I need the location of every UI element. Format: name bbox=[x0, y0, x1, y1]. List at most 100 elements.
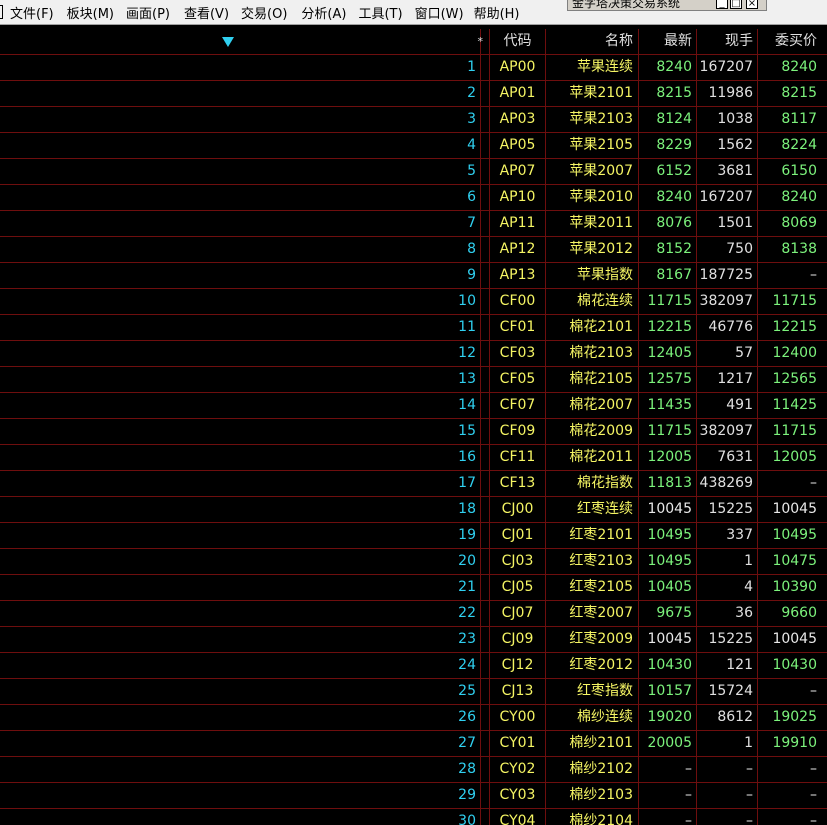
app-icon[interactable] bbox=[0, 5, 3, 19]
row-name: 棉花2011 bbox=[546, 445, 639, 470]
table-row[interactable]: 20 CJ03 红枣2103 10495 1 10475 bbox=[0, 549, 827, 575]
row-name: 红枣连续 bbox=[546, 497, 639, 522]
table-row[interactable]: 6 AP10 苹果2010 8240 167207 8240 bbox=[0, 185, 827, 211]
row-volume: 8612 bbox=[697, 705, 758, 730]
table-row[interactable]: 1 AP00 苹果连续 8240 167207 8240 bbox=[0, 55, 827, 81]
row-code: AP03 bbox=[490, 107, 546, 132]
menu-items: 文件(F) 板块(M) 画面(P) 查看(V) 交易(O) 分析(A) 工具(T… bbox=[10, 0, 519, 24]
row-index: 9 bbox=[0, 263, 481, 288]
sort-down-triangle-icon[interactable] bbox=[222, 37, 234, 47]
table-row[interactable]: 23 CJ09 红枣2009 10045 15225 10045 bbox=[0, 627, 827, 653]
minimize-icon[interactable]: _ bbox=[716, 0, 728, 9]
row-gap bbox=[481, 393, 490, 418]
table-row[interactable]: 22 CJ07 红枣2007 9675 36 9660 bbox=[0, 601, 827, 627]
row-bid-price: 11715 bbox=[772, 293, 817, 309]
row-name: 棉花2009 bbox=[546, 419, 639, 444]
row-code: CY02 bbox=[490, 757, 546, 782]
table-row[interactable]: 4 AP05 苹果2105 8229 1562 8224 bbox=[0, 133, 827, 159]
menu-trade[interactable]: 交易(O) bbox=[241, 3, 287, 22]
table-row[interactable]: 25 CJ13 红枣指数 10157 15724 – bbox=[0, 679, 827, 705]
menu-view[interactable]: 查看(V) bbox=[184, 3, 229, 22]
row-index: 12 bbox=[0, 341, 481, 366]
menu-file[interactable]: 文件(F) bbox=[10, 3, 54, 22]
row-volume: 382097 bbox=[697, 289, 758, 314]
table-row[interactable]: 26 CY00 棉纱连续 19020 8612 19025 bbox=[0, 705, 827, 731]
table-row[interactable]: 28 CY02 棉纱2102– – – bbox=[0, 757, 827, 783]
menu-help[interactable]: 帮助(H) bbox=[474, 3, 520, 22]
table-row[interactable]: 8 AP12 苹果2012 8152 750 8138 bbox=[0, 237, 827, 263]
menu-screen[interactable]: 画面(P) bbox=[126, 3, 170, 22]
table-row[interactable]: 29 CY03 棉纱2103– – – bbox=[0, 783, 827, 809]
row-last-price: – bbox=[639, 757, 697, 782]
header-last[interactable]: 最新 bbox=[639, 29, 697, 54]
row-code: CF00 bbox=[490, 289, 546, 314]
row-gap bbox=[481, 523, 490, 548]
table-row[interactable]: 10 CF00 棉花连续 11715 382097 11715 bbox=[0, 289, 827, 315]
close-icon[interactable]: × bbox=[746, 0, 758, 9]
row-volume: 57 bbox=[697, 341, 758, 366]
row-gap bbox=[481, 211, 490, 236]
row-name: 棉纱2102 bbox=[546, 757, 639, 782]
row-code: AP12 bbox=[490, 237, 546, 262]
table-row[interactable]: 27 CY01 棉纱2101 20005 1 19910 bbox=[0, 731, 827, 757]
table-row[interactable]: 18 CJ00 红枣连续 10045 15225 10045 bbox=[0, 497, 827, 523]
menu-analysis[interactable]: 分析(A) bbox=[301, 3, 346, 22]
row-volume: 121 bbox=[697, 653, 758, 678]
row-index: 15 bbox=[0, 419, 481, 444]
maximize-icon[interactable]: □ bbox=[730, 0, 742, 9]
row-index: 1 bbox=[0, 55, 481, 80]
header-name[interactable]: 名称 bbox=[546, 29, 639, 54]
row-last-price: 12575 bbox=[639, 367, 697, 392]
row-code: CF01 bbox=[490, 315, 546, 340]
row-code: CF09 bbox=[490, 419, 546, 444]
table-row[interactable]: 17 CF13 棉花指数 11813 438269 – bbox=[0, 471, 827, 497]
menu-window[interactable]: 窗口(W) bbox=[415, 3, 464, 22]
menu-sector[interactable]: 板块(M) bbox=[67, 3, 114, 22]
table-row[interactable]: 9 AP13 苹果指数 8167 187725 – bbox=[0, 263, 827, 289]
row-bid-price: 8117 bbox=[781, 111, 817, 127]
row-name: 苹果2012 bbox=[546, 237, 639, 262]
table-row[interactable]: 24 CJ12 红枣2012 10430 121 10430 bbox=[0, 653, 827, 679]
row-name: 苹果2007 bbox=[546, 159, 639, 184]
row-last-price: 8167 bbox=[639, 263, 697, 288]
table-row[interactable]: 12 CF03 棉花2103 12405 57 12400 bbox=[0, 341, 827, 367]
row-gap bbox=[481, 757, 490, 782]
row-name: 苹果指数 bbox=[546, 263, 639, 288]
table-row[interactable]: 14 CF07 棉花2007 11435 491 11425 bbox=[0, 393, 827, 419]
table-row[interactable]: 2 AP01 苹果2101 8215 11986 8215 bbox=[0, 81, 827, 107]
row-volume: 1 bbox=[697, 549, 758, 574]
row-gap bbox=[481, 133, 490, 158]
row-volume: 167207 bbox=[697, 185, 758, 210]
row-last-price: 10495 bbox=[639, 523, 697, 548]
row-bid-price: 10475 bbox=[772, 553, 817, 569]
row-gap bbox=[481, 185, 490, 210]
row-name: 苹果2101 bbox=[546, 81, 639, 106]
row-volume: 36 bbox=[697, 601, 758, 626]
table-row[interactable]: 16 CF11 棉花2011 12005 7631 12005 bbox=[0, 445, 827, 471]
table-row[interactable]: 19 CJ01 红枣2101 10495 337 10495 bbox=[0, 523, 827, 549]
row-last-price: – bbox=[639, 809, 697, 825]
row-bid-price: 6150 bbox=[781, 163, 817, 179]
row-volume: 1 bbox=[697, 731, 758, 756]
row-last-price: 12405 bbox=[639, 341, 697, 366]
table-row[interactable]: 5 AP07 苹果2007 6152 3681 6150 bbox=[0, 159, 827, 185]
row-gap bbox=[481, 263, 490, 288]
row-index: 8 bbox=[0, 237, 481, 262]
row-bid-price: 12215 bbox=[772, 319, 817, 335]
table-row[interactable]: 30 CY04 棉纱2104– – – bbox=[0, 809, 827, 825]
row-bid-price: 12005 bbox=[772, 449, 817, 465]
header-volume[interactable]: 现手 bbox=[697, 29, 758, 54]
table-row[interactable]: 3 AP03 苹果2103 8124 1038 8117 bbox=[0, 107, 827, 133]
table-row[interactable]: 15 CF09 棉花2009 11715 382097 11715 bbox=[0, 419, 827, 445]
table-row[interactable]: 21 CJ05 红枣2105 10405 4 10390 bbox=[0, 575, 827, 601]
header-code[interactable]: 代码 bbox=[490, 29, 546, 54]
table-row[interactable]: 7 AP11 苹果2011 8076 1501 8069 bbox=[0, 211, 827, 237]
row-name: 棉花2007 bbox=[546, 393, 639, 418]
row-volume: 11986 bbox=[697, 81, 758, 106]
header-bid[interactable]: 委买价 bbox=[758, 29, 827, 54]
row-index: 17 bbox=[0, 471, 481, 496]
header-index-column[interactable]: * bbox=[0, 29, 483, 54]
table-row[interactable]: 13 CF05 棉花2105 12575 1217 12565 bbox=[0, 367, 827, 393]
table-row[interactable]: 11 CF01 棉花2101 12215 46776 12215 bbox=[0, 315, 827, 341]
menu-tools[interactable]: 工具(T) bbox=[358, 3, 402, 22]
